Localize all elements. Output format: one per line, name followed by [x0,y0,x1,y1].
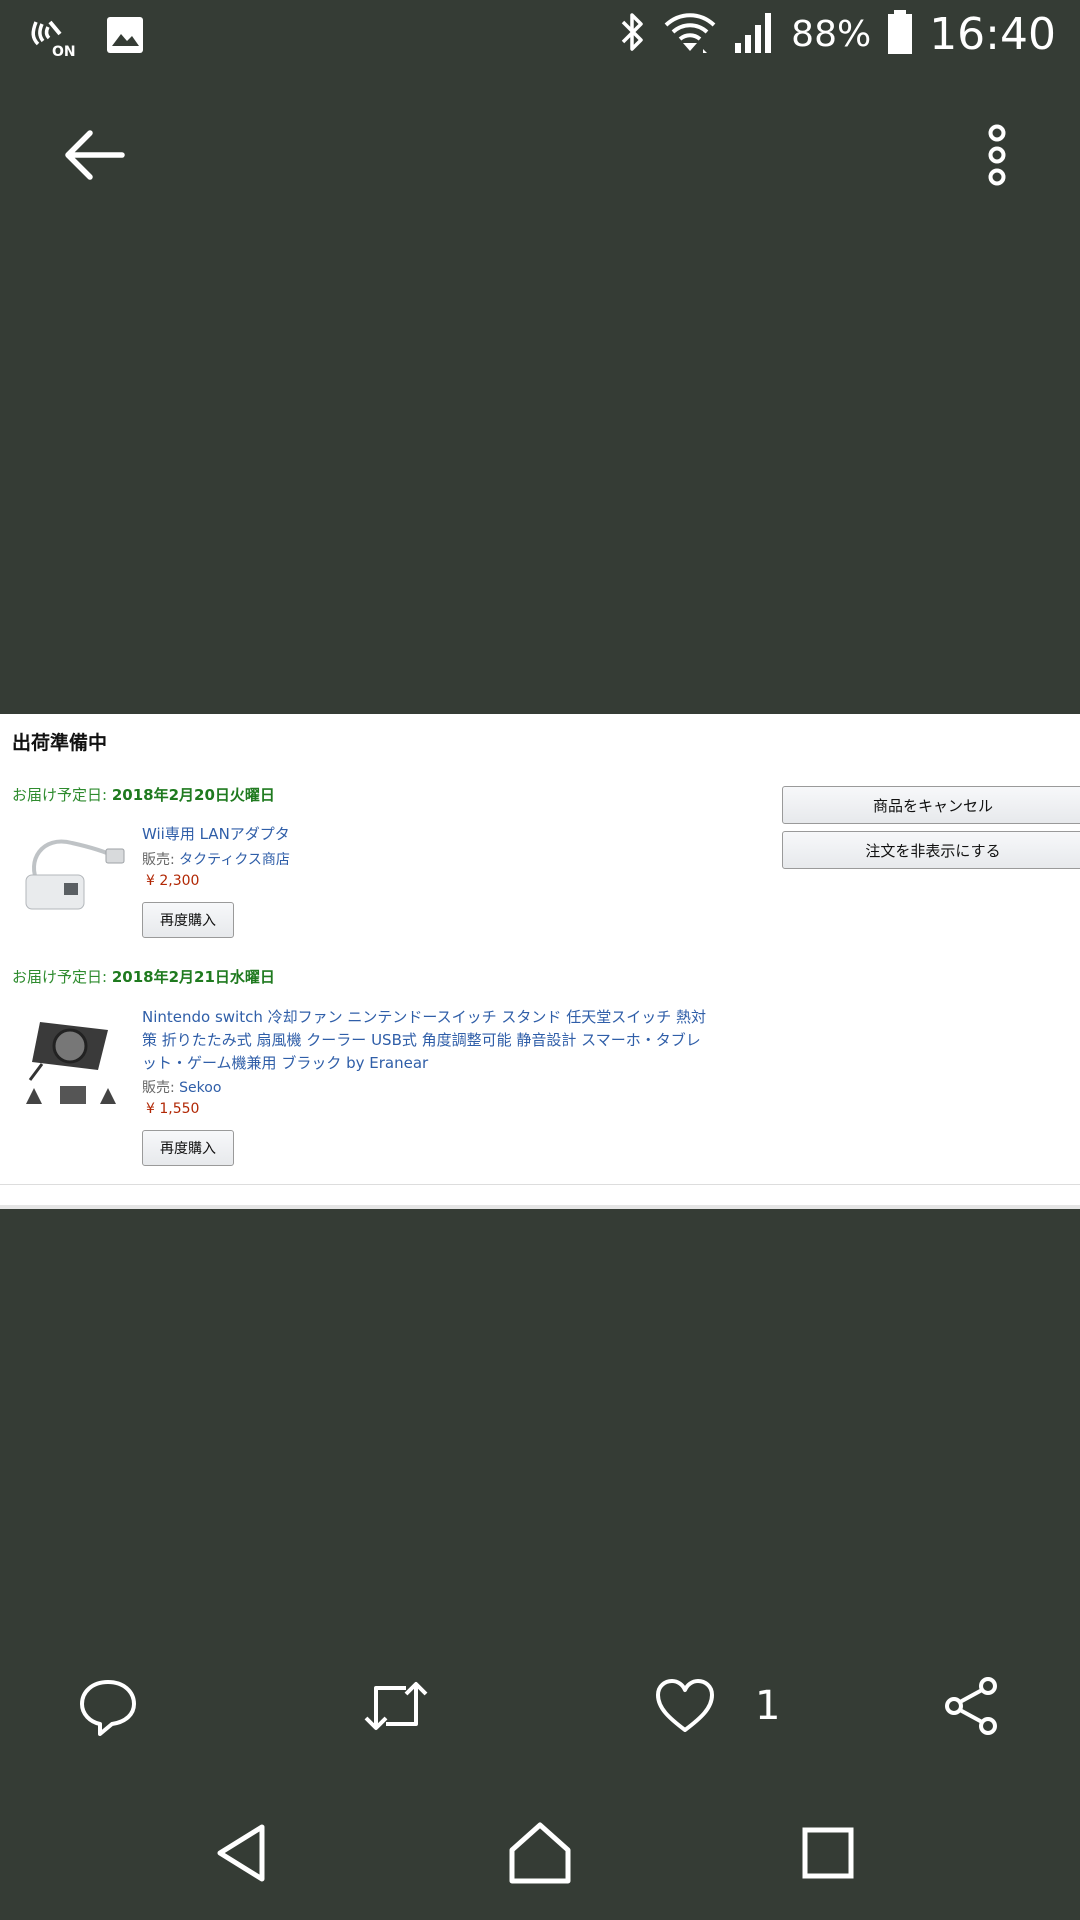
rebuy-button-2[interactable]: 再度購入 [142,1130,234,1166]
status-left: ON [30,12,146,62]
nav-recents-icon [802,1827,854,1879]
bluetooth-icon [617,9,649,59]
nav-home-icon [509,1822,571,1884]
battery-percent: 88% [791,13,872,55]
screen: ON 88% 16:40 出荷準備中 商品をキャンセル 注文を非表示にする お届… [0,0,1080,1920]
rebuy-button-1[interactable]: 再度購入 [142,902,234,938]
like-count: 1 [755,1683,781,1729]
status-bar: ON 88% 16:40 [0,0,1080,75]
seller-link-1[interactable]: タクティクス商店 [179,852,290,868]
image-icon [104,14,146,60]
clock: 16:40 [929,8,1056,60]
item-seller-2: 販売: Sekoo [142,1080,222,1096]
more-vertical-icon [988,124,1006,186]
reply-button[interactable] [78,1670,138,1742]
nav-back-icon [217,1824,265,1882]
status-right: 88% 16:40 [617,8,1056,60]
order-status: 出荷準備中 [12,732,108,754]
item-price-2: ¥ 1,550 [146,1101,200,1117]
divider [0,1184,1080,1185]
hide-order-button[interactable]: 注文を非表示にする [782,831,1080,869]
item-price-1: ¥ 2,300 [146,873,200,889]
signal-icon [731,9,777,59]
heart-icon [656,1679,714,1732]
cancel-item-button[interactable]: 商品をキャンセル [782,786,1080,824]
svg-text:ON: ON [52,44,76,58]
product-thumbnail-lan-adapter[interactable] [20,821,126,921]
nfc-on-icon: ON [30,12,76,62]
share-icon [945,1677,997,1735]
item-seller-1: 販売: タクティクス商店 [142,852,290,868]
retweet-icon [364,1682,428,1730]
delivery-date-1: お届け予定日: 2018年2月20日火曜日 [12,786,275,804]
back-arrow-icon [65,130,125,180]
wifi-icon [663,9,717,59]
nav-home-button[interactable] [500,1815,580,1891]
more-options-button[interactable] [970,118,1024,192]
share-button[interactable] [942,1670,1002,1742]
retweet-button[interactable] [362,1670,430,1742]
back-button[interactable] [60,125,132,185]
like-button[interactable]: 1 [655,1670,780,1742]
item-title-1[interactable]: Wii専用 LANアダプタ [142,823,742,846]
nav-recents-button[interactable] [788,1815,868,1891]
reply-icon [80,1680,136,1736]
nav-back-button[interactable] [202,1815,282,1891]
seller-link-2[interactable]: Sekoo [179,1080,221,1096]
product-thumbnail-cooling-fan[interactable] [20,1012,126,1112]
order-image[interactable]: 出荷準備中 商品をキャンセル 注文を非表示にする お届け予定日: 2018年2月… [0,714,1080,1209]
delivery-date-2: お届け予定日: 2018年2月21日水曜日 [12,968,275,986]
item-title-2[interactable]: Nintendo switch 冷却ファン ニンテンドースイッチ スタンド 任天… [142,1006,742,1075]
battery-icon [885,8,915,60]
